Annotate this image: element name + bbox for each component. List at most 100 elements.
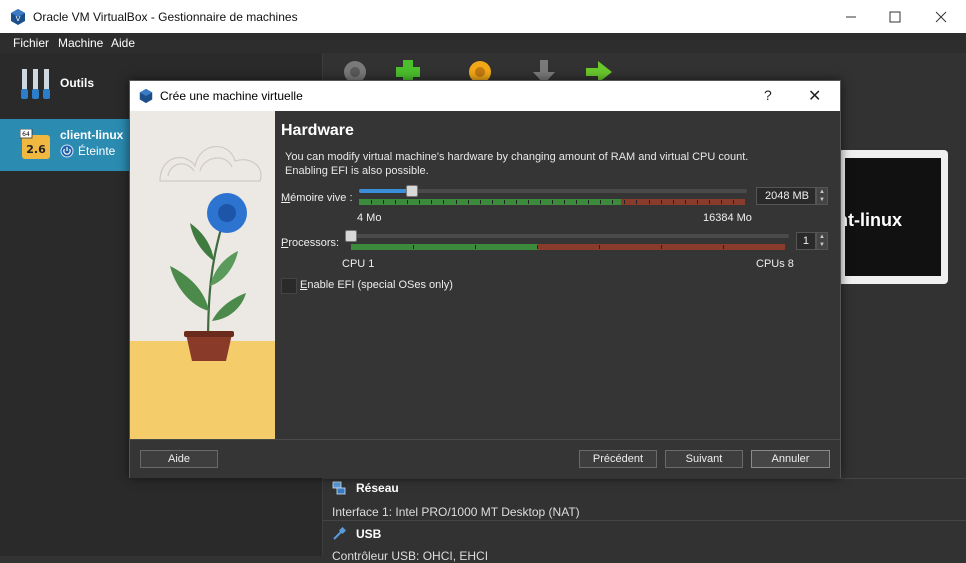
spin-up-icon[interactable]: ▲ [817,233,827,241]
usb-section-header[interactable]: USB [332,527,381,541]
network-section-header[interactable]: Réseau [332,481,399,495]
efi-checkbox[interactable] [281,278,297,294]
scale-tick [684,200,686,204]
scale-tick [720,200,722,204]
scale-tick [455,200,457,204]
help-button[interactable]: Aide [140,450,218,468]
processors-label: Processors: [281,237,340,249]
processors-spin-arrows[interactable]: ▲ ▼ [816,232,828,250]
spin-up-icon[interactable]: ▲ [817,188,827,196]
processors-slider-handle[interactable] [345,230,357,242]
details-divider [322,478,966,479]
menu-fichier[interactable]: Fichier [13,36,49,50]
wizard-illustration [130,111,275,439]
scale-tick [612,200,614,204]
scale-tick [660,200,662,204]
scale-tick [564,200,566,204]
create-vm-dialog: Crée une machine virtuelle ? ✕ Hardware [129,80,841,478]
linux-os-icon: 64 2.6 [20,129,50,159]
scale-tick [371,200,373,204]
scale-tick [395,200,397,204]
scale-tick [413,245,414,249]
vm-preview-text: client-linux [845,210,903,230]
maximize-button[interactable] [872,0,918,33]
dialog-title: Crée une machine virtuelle [160,89,303,103]
virtualbox-logo-icon: V [11,9,25,25]
menu-aide[interactable]: Aide [111,36,135,50]
dialog-titlebar: Crée une machine virtuelle ? ✕ [130,81,840,111]
scale-tick [708,200,710,204]
scale-tick [491,200,493,204]
processors-slider-track[interactable] [345,234,789,238]
vm-list-item[interactable]: 64 2.6 client-linux Éteinte [0,119,130,171]
scale-tick [479,200,481,204]
memory-max-label: 16384 Mo [703,212,752,224]
processors-scale-bar [351,244,785,250]
minimize-button[interactable] [828,0,874,33]
vm-state-label: Éteinte [78,144,116,158]
scale-tick [576,200,578,204]
vm-preview-screen: client-linux [845,158,941,276]
scale-tick [407,200,409,204]
scale-tick [723,245,724,249]
scale-tick [515,200,517,204]
efi-label: Enable EFI (special OSes only) [300,279,453,291]
dialog-help-button[interactable]: ? [764,87,772,103]
scale-tick [672,200,674,204]
scale-tick [419,200,421,204]
memory-label: Mémoire vive : [281,192,353,204]
memory-slider-handle[interactable] [406,185,418,197]
scale-tick [599,245,600,249]
network-title: Réseau [356,481,399,495]
wizard-content: Hardware You can modify virtual machine'… [275,111,840,439]
flower-illustration [130,111,275,439]
previous-button[interactable]: Précédent [579,450,657,468]
page-heading: Hardware [281,122,354,139]
maximize-icon [889,11,901,22]
close-window-button[interactable] [918,0,964,33]
tools-icon [21,69,50,99]
scale-tick [732,200,734,204]
tools-label: Outils [60,76,95,90]
scale-tick [537,245,538,249]
menu-machine[interactable]: Machine [58,36,103,50]
usb-icon [333,527,346,540]
scale-tick [539,200,541,204]
scale-tick [624,200,626,204]
spin-down-icon[interactable]: ▼ [817,241,827,249]
close-icon [935,11,947,22]
scale-tick [696,200,698,204]
spin-down-icon[interactable]: ▼ [817,196,827,204]
memory-min-label: 4 Mo [357,212,382,224]
scale-tick [431,200,433,204]
scale-tick [600,200,602,204]
cancel-button[interactable]: Annuler [751,450,830,468]
processors-spinbox[interactable]: 1 [796,232,816,250]
menu-bar: Fichier Machine Aide [0,33,966,53]
virtualbox-logo-icon [139,88,153,104]
next-button[interactable]: Suivant [665,450,743,468]
scale-tick [552,200,553,204]
scale-tick [588,200,590,204]
scale-tick [527,200,529,204]
vm-state: Éteinte [60,144,115,158]
svg-text:V: V [16,15,21,23]
memory-spin-arrows[interactable]: ▲ ▼ [816,187,828,205]
scale-tick [467,200,469,204]
window-title: Oracle VM VirtualBox - Gestionnaire de m… [33,10,298,24]
network-icon [332,481,346,495]
memory-spinbox[interactable]: 2048 MB [756,187,816,205]
scale-tick [661,245,662,249]
memory-scale-bar [359,199,745,205]
scale-tick [636,200,638,204]
scale-tick [475,245,476,249]
page-description: You can modify virtual machine's hardwar… [285,151,749,177]
minimize-icon [846,16,856,17]
usb-controller-line: Contrôleur USB: OHCI, EHCI [332,549,489,563]
scale-tick [383,200,385,204]
window-titlebar: V Oracle VM VirtualBox - Gestionnaire de… [0,0,966,33]
processors-min-label: CPU 1 [342,258,375,270]
dialog-footer: Aide Précédent Suivant Annuler [130,439,840,478]
dialog-close-button[interactable]: ✕ [808,86,821,106]
memory-slider-fill [359,189,407,193]
